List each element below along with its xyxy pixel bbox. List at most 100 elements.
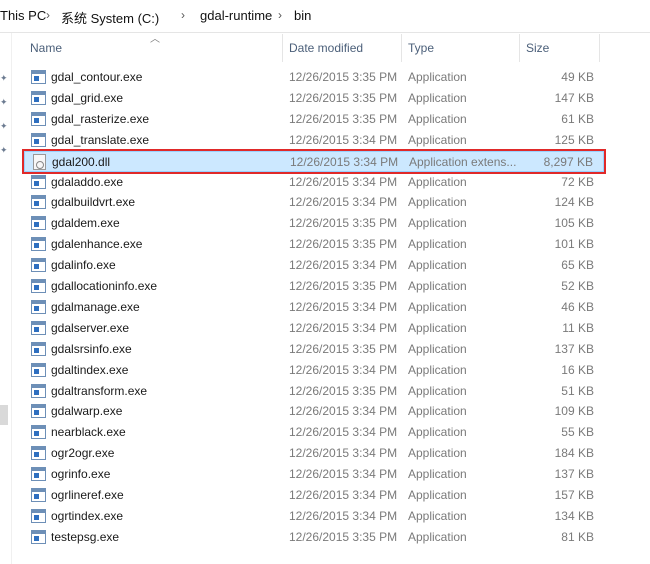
pin-icon[interactable]: ✦ [0, 121, 8, 131]
exe-file-icon [31, 529, 46, 544]
file-size: 109 KB [554, 404, 594, 419]
file-date: 12/26/2015 3:34 PM [289, 258, 398, 273]
file-type: Application [408, 383, 467, 398]
table-row[interactable]: ogrinfo.exe 12/26/2015 3:34 PM Application… [24, 464, 604, 485]
file-name: gdalserver.exe [51, 320, 130, 335]
navigation-pane: ✦ ✦ ✦ ✦ [0, 33, 10, 564]
file-type: Application [408, 258, 467, 273]
file-type: Application [408, 174, 467, 189]
breadcrumb-this-pc[interactable]: This PC [0, 8, 46, 23]
chevron-right-icon[interactable]: › [278, 8, 282, 22]
file-size: 46 KB [561, 299, 594, 314]
table-row[interactable]: gdalsrsinfo.exe 12/26/2015 3:35 PM Applica… [24, 339, 604, 360]
table-row[interactable]: gdal_translate.exe 12/26/2015 3:34 PM Appl… [24, 130, 604, 151]
file-size: 72 KB [561, 174, 594, 189]
exe-file-icon [31, 446, 46, 461]
file-type: Application [408, 425, 467, 440]
exe-file-icon [31, 362, 46, 377]
file-size: 52 KB [561, 279, 594, 293]
file-size: 8,297 KB [543, 154, 593, 169]
pin-icon[interactable]: ✦ [0, 145, 8, 155]
table-row[interactable]: gdalwarp.exe 12/26/2015 3:34 PM Applicatio… [24, 401, 604, 422]
file-date: 12/26/2015 3:35 PM [289, 529, 398, 544]
column-header-date[interactable]: Date modified [283, 34, 402, 62]
file-date: 12/26/2015 3:35 PM [289, 216, 398, 231]
file-name: gdal200.dll [52, 154, 111, 169]
scrollbar-thumb[interactable] [0, 405, 8, 425]
table-row[interactable]: ogrlineref.exe 12/26/2015 3:34 PM Applicat… [24, 485, 604, 506]
table-row[interactable]: gdallocationinfo.exe 12/26/2015 3:35 PM Ap… [24, 276, 604, 297]
exe-file-icon [31, 216, 46, 231]
table-row[interactable]: gdaladdo.exe 12/26/2015 3:34 PM Applicatio… [24, 172, 604, 193]
table-row[interactable]: gdal_contour.exe 12/26/2015 3:35 PM Applic… [24, 67, 604, 88]
file-name: ogr2ogr.exe [51, 446, 115, 461]
table-row[interactable]: gdalserver.exe 12/26/2015 3:34 PM Applicat… [24, 318, 604, 339]
file-date: 12/26/2015 3:35 PM [289, 111, 398, 126]
pin-icon[interactable]: ✦ [0, 97, 8, 107]
file-date: 12/26/2015 3:34 PM [289, 320, 398, 335]
file-size: 11 KB [562, 320, 594, 335]
table-row[interactable]: ogrtindex.exe 12/26/2015 3:34 PM Applicati… [24, 506, 604, 527]
file-date: 12/26/2015 3:34 PM [289, 404, 398, 419]
exe-file-icon [31, 299, 46, 314]
breadcrumb-drive[interactable]: 系统 System (C:) [61, 8, 159, 27]
column-header-size[interactable]: Size [520, 34, 600, 62]
table-row[interactable]: gdal_rasterize.exe 12/26/2015 3:35 PM Appl… [24, 109, 604, 130]
file-type: Application [408, 216, 467, 231]
file-type: Application [408, 341, 467, 356]
exe-file-icon [31, 467, 46, 482]
file-date: 12/26/2015 3:35 PM [289, 279, 398, 293]
table-row[interactable]: testepsg.exe 12/26/2015 3:35 PM Applicatio… [24, 527, 604, 548]
file-size: 49 KB [561, 70, 594, 84]
table-row[interactable]: gdalenhance.exe 12/26/2015 3:35 PM Applica… [24, 234, 604, 255]
exe-file-icon [31, 237, 46, 252]
table-row[interactable]: gdaldem.exe 12/26/2015 3:35 PM Application… [24, 213, 604, 234]
file-type: Application [408, 195, 467, 210]
file-type: Application [408, 508, 467, 523]
table-row-selected[interactable]: gdal200.dll 12/26/2015 3:34 PM Application… [22, 148, 606, 174]
file-size: 157 KB [554, 488, 594, 502]
file-name: ogrtindex.exe [51, 508, 124, 523]
file-type: Application [408, 529, 467, 544]
file-type: Application [408, 237, 467, 252]
exe-file-icon [31, 279, 46, 293]
file-name: gdal_grid.exe [51, 90, 124, 105]
exe-file-icon [31, 341, 46, 356]
breadcrumb: This PC › 系统 System (C:) › gdal-runtime … [0, 0, 650, 33]
table-row[interactable]: gdaltransform.exe 12/26/2015 3:35 PM Appli… [24, 381, 604, 402]
pane-divider[interactable] [11, 33, 12, 564]
breadcrumb-gdal-runtime[interactable]: gdal-runtime [200, 8, 272, 23]
table-row[interactable]: gdalbuildvrt.exe 12/26/2015 3:34 PM Applic… [24, 192, 604, 213]
table-row[interactable]: nearblack.exe 12/26/2015 3:34 PM Applicati… [24, 422, 604, 443]
exe-file-icon [31, 383, 46, 398]
column-header-name[interactable]: Name [24, 34, 283, 62]
file-size: 65 KB [561, 258, 594, 273]
file-date: 12/26/2015 3:34 PM [289, 299, 398, 314]
table-row[interactable]: gdal_grid.exe 12/26/2015 3:35 PM Applicati… [24, 88, 604, 109]
exe-file-icon [31, 70, 46, 84]
column-header-type[interactable]: Type [402, 34, 520, 62]
chevron-right-icon[interactable]: › [181, 8, 185, 22]
table-row[interactable]: gdaltindex.exe 12/26/2015 3:34 PM Applicat… [24, 360, 604, 381]
pin-icon[interactable]: ✦ [0, 73, 8, 83]
file-date: 12/26/2015 3:34 PM [289, 467, 398, 482]
file-date: 12/26/2015 3:34 PM [289, 425, 398, 440]
file-date: 12/26/2015 3:35 PM [289, 70, 398, 84]
exe-file-icon [31, 195, 46, 210]
file-name: nearblack.exe [51, 425, 126, 440]
file-size: 61 KB [561, 111, 594, 126]
chevron-right-icon[interactable]: › [46, 8, 50, 22]
column-header: Name Date modified Type Size [24, 34, 604, 62]
file-name: gdaltransform.exe [51, 383, 148, 398]
exe-file-icon [31, 425, 46, 440]
file-date: 12/26/2015 3:34 PM [290, 154, 399, 169]
dll-file-icon [33, 153, 46, 170]
exe-file-icon [31, 404, 46, 419]
file-name: gdalbuildvrt.exe [51, 195, 136, 210]
table-row[interactable]: gdalinfo.exe 12/26/2015 3:34 PM Applicatio… [24, 255, 604, 276]
file-type: Application [408, 467, 467, 482]
table-row[interactable]: ogr2ogr.exe 12/26/2015 3:34 PM Application… [24, 443, 604, 464]
breadcrumb-bin[interactable]: bin [294, 8, 311, 23]
table-row[interactable]: gdalmanage.exe 12/26/2015 3:34 PM Applicat… [24, 297, 604, 318]
file-name: gdal_rasterize.exe [51, 111, 150, 126]
